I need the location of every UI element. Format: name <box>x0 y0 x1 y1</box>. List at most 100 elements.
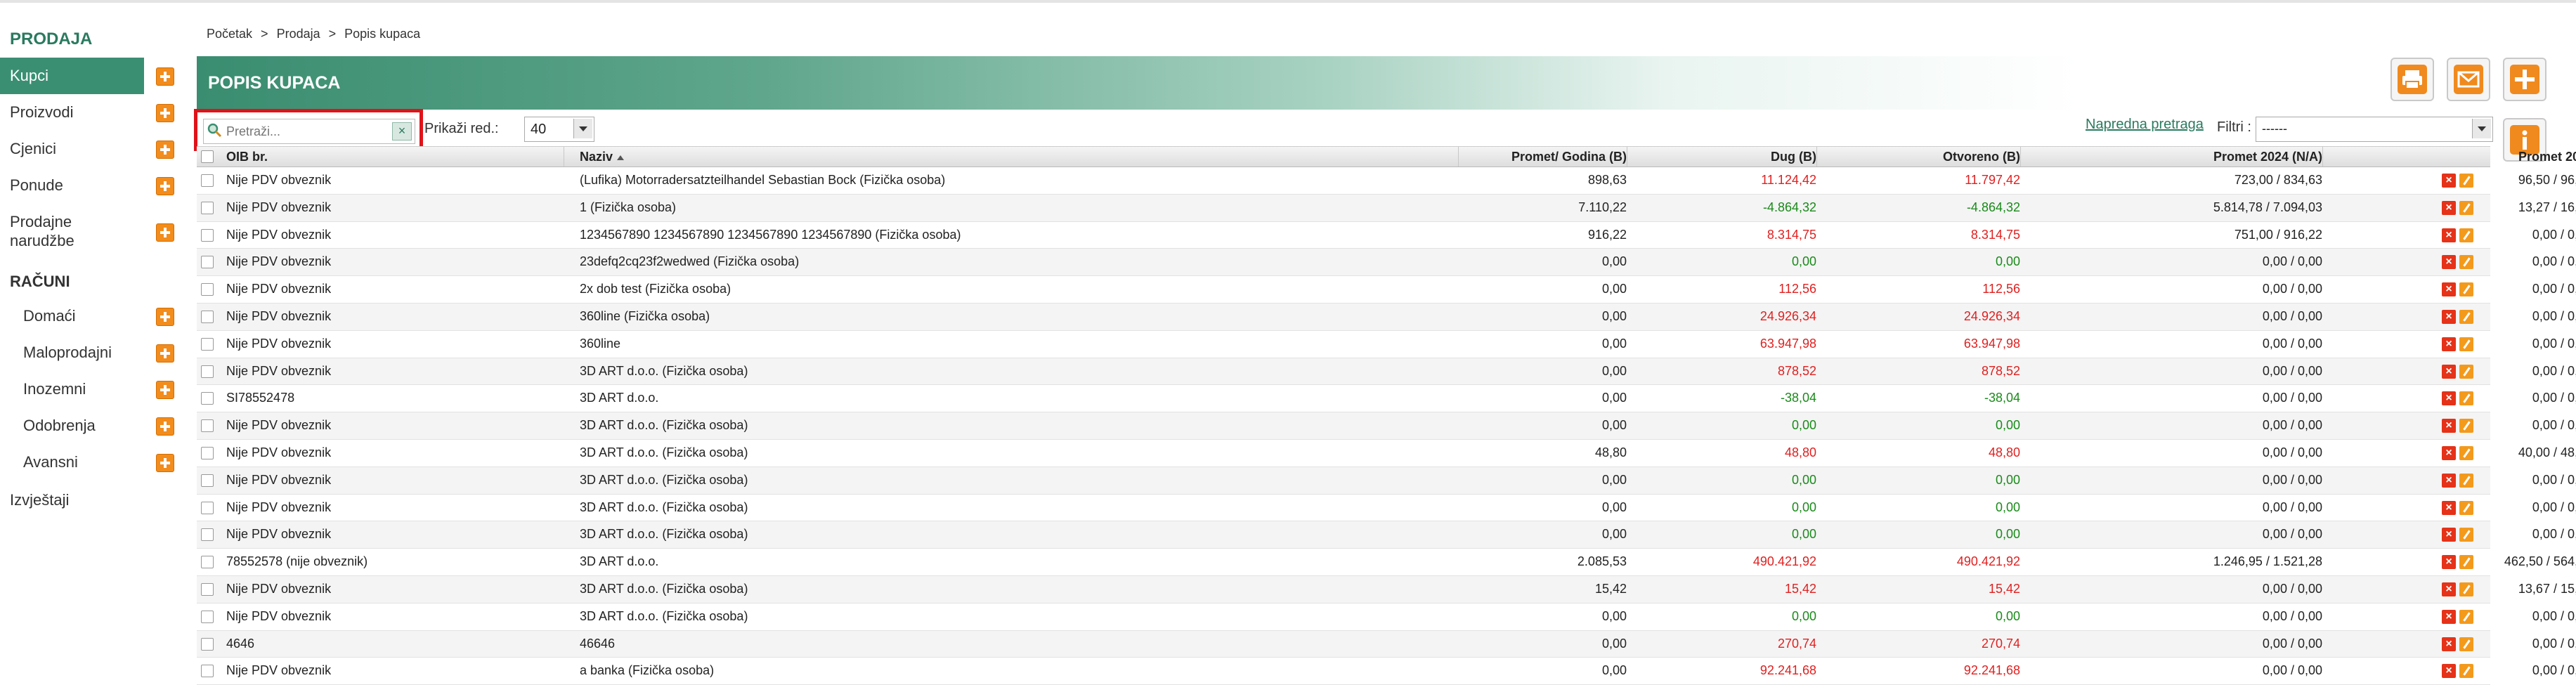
cell-naziv[interactable]: 3D ART d.o.o. <box>580 549 1458 575</box>
row-checkbox[interactable] <box>201 610 214 623</box>
sidebar-item-izvjestaji[interactable]: Izvještaji <box>0 482 144 518</box>
edit-icon[interactable] <box>2459 174 2473 188</box>
edit-icon[interactable] <box>2459 445 2473 460</box>
sidebar-item-avansni[interactable]: Avansni <box>0 444 144 481</box>
add-ponude-icon[interactable] <box>156 177 174 195</box>
select-all-checkbox[interactable] <box>201 150 214 163</box>
delete-icon[interactable]: × <box>2442 309 2456 324</box>
cell-naziv[interactable]: 2x dob test (Fizička osoba) <box>580 276 1458 303</box>
advanced-search-link[interactable]: Napredna pretraga <box>2086 117 2204 133</box>
cell-naziv[interactable]: (Lufika) Motorradersatzteilhandel Sebast… <box>580 167 1458 194</box>
cell-naziv[interactable]: 3D ART d.o.o. (Fizička osoba) <box>580 576 1458 603</box>
row-checkbox[interactable] <box>201 201 214 214</box>
row-checkbox[interactable] <box>201 256 214 269</box>
edit-icon[interactable] <box>2459 419 2473 433</box>
cell-naziv[interactable]: 23defq2cq23f2wedwed (Fizička osoba) <box>580 249 1458 275</box>
edit-icon[interactable] <box>2459 637 2473 651</box>
add-odobrenja-icon[interactable] <box>156 417 174 436</box>
table-row[interactable]: Nije PDV obveznik 3D ART d.o.o. (Fizička … <box>197 412 2576 440</box>
edit-icon[interactable] <box>2459 473 2473 488</box>
sidebar-item-kupci[interactable]: Kupci <box>0 58 144 94</box>
delete-icon[interactable]: × <box>2442 255 2456 270</box>
delete-icon[interactable]: × <box>2442 445 2456 460</box>
cell-naziv[interactable]: a banka (Fizička osoba) <box>580 658 1458 684</box>
edit-icon[interactable] <box>2459 391 2473 406</box>
cell-naziv[interactable]: 1 (Fizička osoba) <box>580 195 1458 221</box>
cell-naziv[interactable]: 3D ART d.o.o. (Fizička osoba) <box>580 440 1458 467</box>
col-oib-header[interactable]: OIB br. <box>226 147 564 167</box>
delete-icon[interactable]: × <box>2442 555 2456 570</box>
edit-icon[interactable] <box>2459 309 2473 324</box>
delete-icon[interactable]: × <box>2442 500 2456 515</box>
cell-naziv[interactable]: 46646 <box>580 631 1458 658</box>
row-checkbox[interactable] <box>201 501 214 514</box>
sidebar-item-prodajne-narudzbe[interactable]: Prodajne narudžbe <box>0 212 91 254</box>
row-checkbox[interactable] <box>201 446 214 459</box>
breadcrumb-home[interactable]: Početak <box>207 27 252 41</box>
delete-icon[interactable]: × <box>2442 391 2456 406</box>
row-checkbox[interactable] <box>201 228 214 242</box>
table-row[interactable]: Nije PDV obveznik (Lufika) Motorradersatz… <box>197 167 2576 195</box>
table-row[interactable]: 4646 46646 0,00 270,74 270,74 0,00 / 0,00 0,00… <box>197 630 2576 658</box>
edit-icon[interactable] <box>2459 364 2473 379</box>
table-row[interactable]: Nije PDV obveznik 3D ART d.o.o. (Fizička … <box>197 467 2576 495</box>
table-row[interactable]: Nije PDV obveznik 1 (Fizička osoba) 7.110,… <box>197 194 2576 222</box>
row-checkbox[interactable] <box>201 556 214 569</box>
table-row[interactable]: Nije PDV obveznik 360line (Fizička osoba)… <box>197 303 2576 331</box>
add-maloprodajni-icon[interactable] <box>156 344 174 363</box>
table-row[interactable]: Nije PDV obveznik 3D ART d.o.o. (Fizička … <box>197 358 2576 386</box>
add-button[interactable] <box>2503 58 2546 101</box>
row-checkbox[interactable] <box>201 283 214 296</box>
table-row[interactable]: Nije PDV obveznik 23defq2cq23f2wedwed (Fi… <box>197 249 2576 277</box>
search-box[interactable]: × <box>203 119 415 144</box>
delete-icon[interactable]: × <box>2442 609 2456 624</box>
sidebar-item-cjenici[interactable]: Cjenici <box>0 131 144 167</box>
edit-icon[interactable] <box>2459 500 2473 515</box>
add-domaci-icon[interactable] <box>156 308 174 326</box>
table-row[interactable]: Nije PDV obveznik 2x dob test (Fizička os… <box>197 276 2576 304</box>
row-checkbox[interactable] <box>201 392 214 405</box>
cell-naziv[interactable]: 3D ART d.o.o. (Fizička osoba) <box>580 604 1458 630</box>
table-row[interactable]: Nije PDV obveznik 360line 0,00 63.947,98 63.… <box>197 331 2576 358</box>
table-row[interactable]: Nije PDV obveznik 3D ART d.o.o. (Fizička … <box>197 495 2576 522</box>
cell-naziv[interactable]: 1234567890 1234567890 1234567890 1234567… <box>580 222 1458 249</box>
row-checkbox[interactable] <box>201 365 214 378</box>
add-cjenici-icon[interactable] <box>156 141 174 159</box>
table-row[interactable]: Nije PDV obveznik 1234567890 1234567890 1… <box>197 222 2576 249</box>
edit-icon[interactable] <box>2459 555 2473 570</box>
row-checkbox[interactable] <box>201 174 214 187</box>
rows-per-page-select[interactable]: 40 <box>524 117 594 142</box>
edit-icon[interactable] <box>2459 337 2473 351</box>
breadcrumb-prodaja[interactable]: Prodaja <box>277 27 320 41</box>
cell-naziv[interactable]: 3D ART d.o.o. (Fizička osoba) <box>580 412 1458 439</box>
table-row[interactable]: Nije PDV obveznik a banka (Fizička osoba)… <box>197 658 2576 685</box>
edit-icon[interactable] <box>2459 255 2473 270</box>
col-promet2024-header[interactable]: Promet 2024 (N/A) <box>2020 147 2323 167</box>
filters-select[interactable]: ------ <box>2256 117 2493 142</box>
sidebar-item-maloprodajni[interactable]: Maloprodajni <box>0 334 144 371</box>
row-checkbox[interactable] <box>201 528 214 542</box>
cell-naziv[interactable]: 360line <box>580 331 1458 358</box>
edit-icon[interactable] <box>2459 200 2473 215</box>
sidebar-item-odobrenja[interactable]: Odobrenja <box>0 407 144 444</box>
add-inozemni-icon[interactable] <box>156 381 174 399</box>
delete-icon[interactable]: × <box>2442 364 2456 379</box>
table-row[interactable]: Nije PDV obveznik 3D ART d.o.o. (Fizička … <box>197 604 2576 631</box>
mail-button[interactable] <box>2447 58 2490 101</box>
cell-naziv[interactable]: 3D ART d.o.o. (Fizička osoba) <box>580 495 1458 521</box>
cell-naziv[interactable]: 3D ART d.o.o. (Fizička osoba) <box>580 467 1458 494</box>
cell-naziv[interactable]: 3D ART d.o.o. <box>580 385 1458 412</box>
col-dug-header[interactable]: Dug (B) <box>1627 147 1817 167</box>
cell-naziv[interactable]: 360line (Fizička osoba) <box>580 304 1458 330</box>
add-narudzbe-icon[interactable] <box>156 223 174 242</box>
delete-icon[interactable]: × <box>2442 228 2456 242</box>
edit-icon[interactable] <box>2459 609 2473 624</box>
row-checkbox[interactable] <box>201 637 214 651</box>
delete-icon[interactable]: × <box>2442 582 2456 596</box>
table-row[interactable]: SI78552478 3D ART d.o.o. 0,00 -38,04 -38,04 0… <box>197 385 2576 413</box>
delete-icon[interactable]: × <box>2442 337 2456 351</box>
row-checkbox[interactable] <box>201 419 214 433</box>
add-proizvodi-icon[interactable] <box>156 104 174 122</box>
col-promet-header[interactable]: Promet/ Godina (B) <box>1458 147 1627 167</box>
sidebar-item-ponude[interactable]: Ponude <box>0 167 144 204</box>
